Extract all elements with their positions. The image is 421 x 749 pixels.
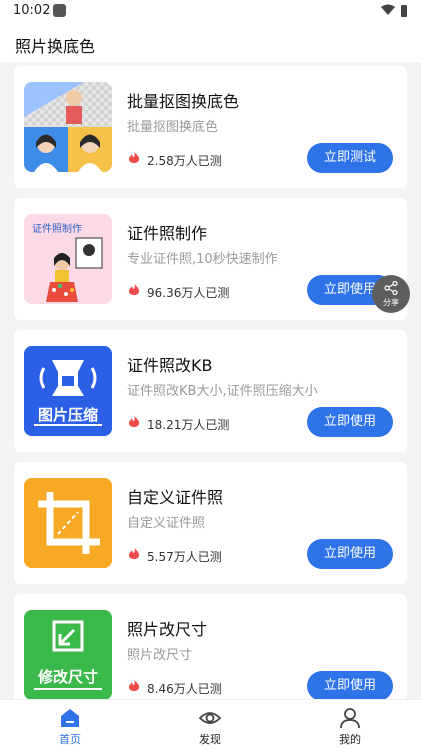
thumb-photo-collage	[24, 82, 112, 172]
thumb-resize: 修改尺寸	[24, 610, 112, 699]
nav-discover-label: 发现	[199, 733, 221, 746]
eye-icon	[199, 712, 221, 724]
feature-card-resize[interactable]: 修改尺寸 照片改尺寸 照片改尺寸 8.46万人已测 立即使用	[14, 594, 407, 699]
card-title: 自定义证件照	[127, 488, 224, 507]
usage-count: 96.36万人已测	[147, 286, 230, 300]
start-test-button[interactable]: 立即测试	[307, 143, 393, 173]
fire-icon	[128, 283, 140, 295]
feature-card-id-photo[interactable]: 证件照制作 证件照制作 专业证件照,10秒快速制作 96.36万人已测 立即使用	[14, 198, 407, 320]
share-button[interactable]: 分享	[372, 275, 410, 313]
card-description: 照片改尺寸	[127, 648, 193, 663]
wifi-icon	[381, 4, 395, 15]
fire-icon	[128, 679, 140, 691]
fire-icon	[128, 415, 140, 427]
nav-home-label: 首页	[59, 733, 81, 746]
card-description: 自定义证件照	[127, 516, 206, 531]
card-description: 专业证件照,10秒快速制作	[127, 252, 278, 267]
thumb-id-photo: 证件照制作	[24, 214, 112, 304]
page-title: 照片换底色	[15, 37, 96, 56]
nav-home[interactable]: 首页	[10, 700, 130, 749]
status-bar: 10:02	[0, 0, 421, 24]
app-bar: 照片换底色	[0, 24, 421, 62]
thumb-label: 图片压缩	[38, 406, 98, 424]
feature-card-custom-id[interactable]: 自定义证件照 自定义证件照 5.57万人已测 立即使用	[14, 462, 407, 584]
nav-profile[interactable]: 我的	[290, 700, 410, 749]
card-description: 批量抠图换底色	[127, 120, 219, 135]
usage-count: 18.21万人已测	[147, 418, 230, 432]
usage-count: 2.58万人已测	[147, 154, 222, 168]
share-label: 分享	[383, 298, 399, 307]
card-description: 证件照改KB大小,证件照压缩大小	[127, 384, 318, 399]
bottom-navigation: 首页 发现 我的	[0, 699, 421, 749]
user-icon	[340, 708, 360, 729]
use-now-button[interactable]: 立即使用	[307, 539, 393, 569]
card-title: 证件照制作	[127, 224, 208, 243]
battery-icon	[401, 5, 407, 17]
card-title: 照片改尺寸	[127, 620, 208, 639]
share-icon	[384, 281, 398, 295]
usage-count: 8.46万人已测	[147, 682, 222, 696]
feature-card-compress-kb[interactable]: 图片压缩 证件照改KB 证件照改KB大小,证件照压缩大小 18.21万人已测 立…	[14, 330, 407, 452]
feature-list[interactable]: 批量抠图换底色 批量抠图换底色 2.58万人已测 立即测试 证件照制作 证件照制…	[0, 62, 421, 699]
usage-count: 5.57万人已测	[147, 550, 222, 564]
feature-card-batch-background[interactable]: 批量抠图换底色 批量抠图换底色 2.58万人已测 立即测试	[14, 66, 407, 188]
nav-discover[interactable]: 发现	[150, 700, 270, 749]
card-title: 批量抠图换底色	[127, 92, 240, 111]
status-time: 10:02	[13, 3, 51, 18]
home-icon	[61, 709, 79, 727]
thumb-label: 证件照制作	[32, 222, 82, 235]
use-now-button[interactable]: 立即使用	[307, 671, 393, 699]
fire-icon	[128, 547, 140, 559]
thumb-crop	[24, 478, 112, 568]
fire-icon	[128, 151, 140, 163]
thumb-label: 修改尺寸	[37, 668, 98, 686]
card-title: 证件照改KB	[127, 356, 213, 375]
app-notification-icon	[53, 4, 66, 17]
use-now-button[interactable]: 立即使用	[307, 407, 393, 437]
nav-profile-label: 我的	[339, 733, 361, 746]
thumb-compress: 图片压缩	[24, 346, 112, 436]
